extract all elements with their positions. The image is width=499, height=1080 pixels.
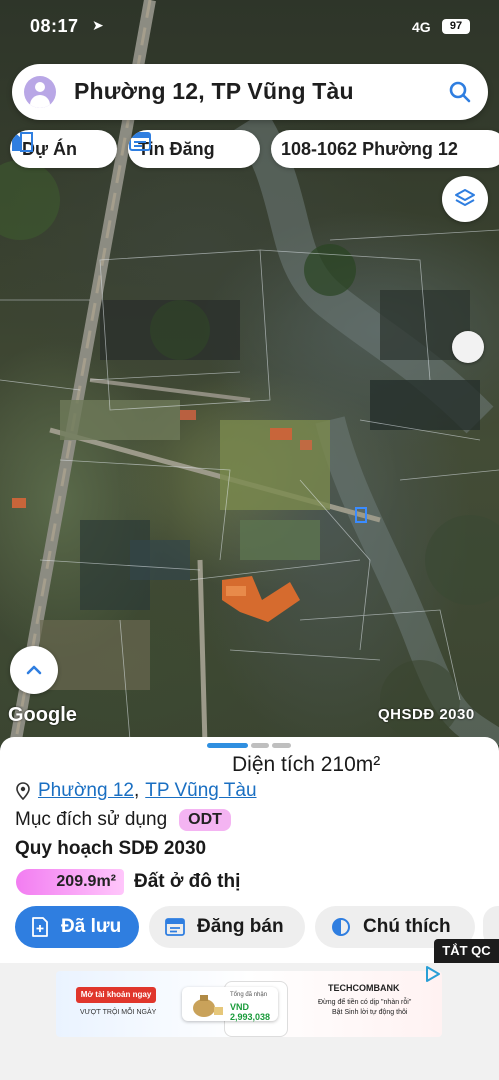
ad-text-line: Bật Sinh lời tự động thôi (332, 1009, 408, 1016)
expand-button[interactable] (10, 646, 58, 694)
chip-listings[interactable]: Tin Đăng (128, 130, 260, 168)
google-logo: Google (8, 704, 77, 726)
network-indicator: 4G (412, 19, 431, 35)
parcel-area: Diện tích 210m² (232, 753, 381, 776)
search-icon[interactable] (448, 80, 472, 104)
map-control-dot[interactable] (452, 331, 484, 363)
page-indicator-active[interactable] (207, 743, 248, 748)
ad-card-label: Tổng đã nhận (230, 992, 268, 998)
ad-bank-name: TECHCOMBANK (328, 983, 400, 993)
plan-title: Quy hoạch SDĐ 2030 (15, 838, 207, 859)
layers-icon (455, 189, 475, 206)
ward-link[interactable]: Phường 12 (38, 780, 134, 802)
land-use-row: Mục đích sử dụng ODT (15, 809, 231, 831)
city-link[interactable]: TP Vũng Tàu (145, 780, 256, 802)
status-bar: 08:17 ➤ 4G 97 (0, 0, 499, 56)
money-bag-icon (193, 995, 223, 1017)
post-button-label: Đăng bán (197, 916, 284, 937)
ad-text-line: Đừng để tiền có dịp "nhàn rỗi" (318, 999, 412, 1006)
document-plus-icon (32, 917, 48, 937)
search-bar[interactable]: Phường 12, TP Vũng Tàu (12, 64, 488, 120)
battery-indicator: 97 (442, 19, 470, 34)
chip-parcel[interactable]: 108-1062 Phường 12 (271, 130, 499, 168)
ad-card-value: VND 2,993,038 (230, 1002, 271, 1022)
ad-choices-icon[interactable] (424, 965, 442, 983)
saved-button[interactable]: Đã lưu (15, 906, 139, 948)
chevron-up-icon (26, 665, 42, 675)
parcel-sheet: Diện tích 210m² Phường 12 , TP Vũng Tàu … (0, 737, 499, 1080)
land-use-badge: ODT (179, 809, 231, 831)
plan-description: Đất ở đô thị (134, 871, 241, 892)
chip-projects[interactable]: Dự Án (10, 130, 117, 168)
land-use-label: Mục đích sử dụng (15, 809, 168, 830)
parcel-location: Phường 12 , TP Vũng Tàu (16, 780, 257, 802)
plan-row: 209.9m² Đất ở đô thị (16, 869, 240, 895)
calendar-icon (165, 918, 185, 936)
search-title: Phường 12, TP Vũng Tàu (74, 78, 354, 104)
location-pin-icon (16, 782, 30, 800)
clock: 08:17 (30, 16, 79, 36)
page-indicator[interactable] (272, 743, 291, 748)
close-ad-button[interactable]: TẮT QC (434, 939, 499, 963)
calendar-icon (129, 132, 151, 151)
ad-cta[interactable]: Mở tài khoản ngay (76, 987, 156, 1003)
contrast-icon (332, 918, 350, 936)
page-indicator[interactable] (251, 743, 269, 748)
layers-button[interactable] (442, 176, 488, 222)
post-for-sale-button[interactable]: Đăng bán (149, 906, 305, 948)
map-view[interactable]: 08:17 ➤ 4G 97 Phường 12, TP Vũng Tàu Dự … (0, 0, 499, 745)
location-arrow-icon: ➤ (92, 17, 104, 33)
location-separator: , (133, 780, 140, 801)
chip-label: 108-1062 Phường 12 (281, 138, 458, 159)
ad-area: Mở tài khoản ngay VƯỢT TRỘI MỖI NGÀY Tổn… (0, 963, 499, 1080)
legend-button-label: Chú thích (363, 916, 451, 937)
ad-banner[interactable]: Mở tài khoản ngay VƯỢT TRỘI MỖI NGÀY Tổn… (56, 971, 442, 1037)
plan-area-badge: 209.9m² (16, 869, 124, 895)
ad-subtext: VƯỢT TRỘI MỖI NGÀY (80, 1009, 157, 1016)
avatar[interactable] (24, 76, 56, 108)
map-layer-label: QHSDĐ 2030 (378, 706, 475, 723)
building-icon (12, 132, 33, 152)
saved-button-label: Đã lưu (61, 916, 122, 937)
ad-card: Tổng đã nhận VND 2,993,038 (182, 987, 278, 1022)
